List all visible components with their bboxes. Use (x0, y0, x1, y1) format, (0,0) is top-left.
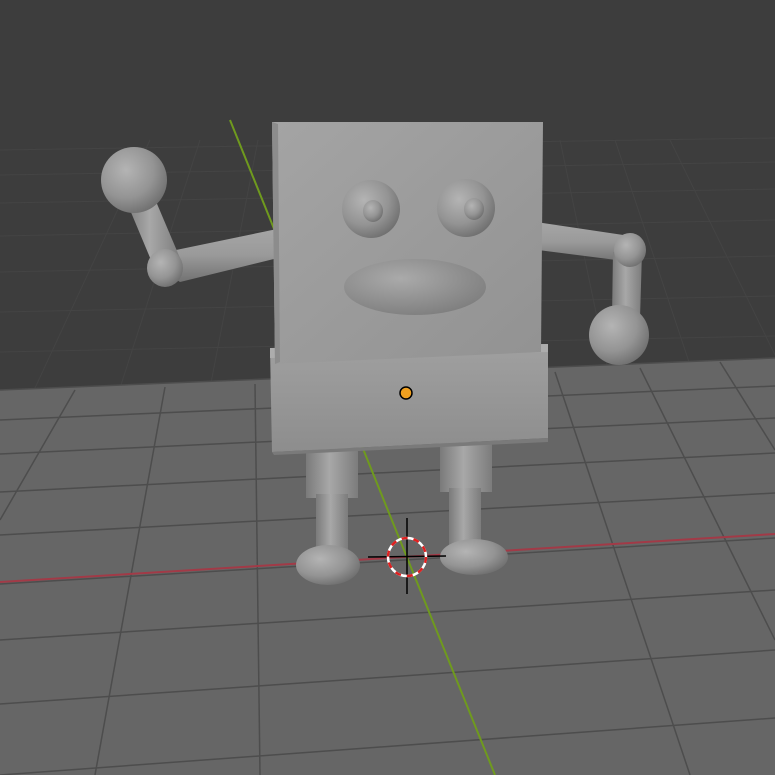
object-origin-icon (399, 386, 413, 400)
robot-head[interactable] (272, 122, 543, 364)
robot-eye-left[interactable] (342, 180, 400, 238)
3d-viewport[interactable] (0, 0, 775, 775)
robot-mouth[interactable] (344, 259, 486, 315)
robot-eye-right[interactable] (437, 179, 495, 237)
viewport-canvas[interactable] (0, 0, 775, 775)
